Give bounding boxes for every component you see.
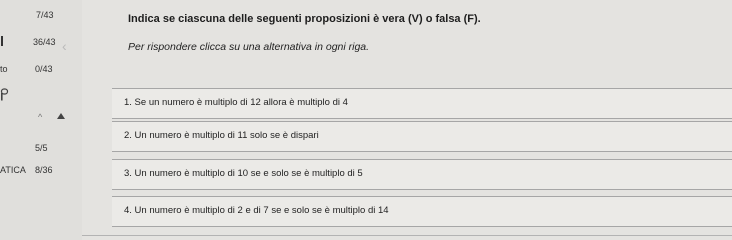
statement-text: 4. Un numero è multiplo di 2 e di 7 se e… [124, 205, 389, 216]
section-label[interactable]: ATICA [0, 165, 26, 175]
sidebar-marker [1, 36, 3, 46]
statement-row-1[interactable]: 1. Se un numero è multiplo di 12 allora … [112, 88, 732, 119]
triangle-up-icon[interactable] [57, 113, 65, 119]
statement-row-4[interactable]: 4. Un numero è multiplo di 2 e di 7 se e… [112, 196, 732, 227]
chevron-up-icon[interactable]: ^ [38, 112, 42, 122]
statement-text: 3. Un numero è multiplo di 10 se e solo … [124, 168, 363, 179]
main-panel: ‹ Indica se ciascuna delle seguenti prop… [62, 0, 732, 240]
statement-row-3[interactable]: 3. Un numero è multiplo di 10 se e solo … [112, 159, 732, 190]
sidebar-label: to [0, 64, 8, 74]
question-title: Indica se ciascuna delle seguenti propos… [128, 13, 481, 25]
sidebar-counter[interactable]: 36/43 [33, 37, 56, 47]
sidebar-counter[interactable]: 7/43 [36, 10, 54, 20]
question-instructions: Per rispondere clicca su una alternativa… [128, 41, 370, 53]
lock-icon [0, 88, 10, 106]
sidebar-counter[interactable]: 0/43 [35, 64, 53, 74]
sidebar: 7/43 36/43 to 0/43 ^ 5/5 ATICA 8/36 [0, 0, 82, 240]
chevron-left-icon[interactable]: ‹ [62, 38, 67, 54]
section-count: 5/5 [35, 143, 48, 153]
statement-text: 1. Se un numero è multiplo di 12 allora … [124, 97, 348, 108]
divider [82, 235, 732, 236]
statement-text: 2. Un numero è multiplo di 11 solo se è … [124, 130, 319, 141]
statement-row-2[interactable]: 2. Un numero è multiplo di 11 solo se è … [112, 121, 732, 152]
section-progress[interactable]: 8/36 [35, 165, 53, 175]
